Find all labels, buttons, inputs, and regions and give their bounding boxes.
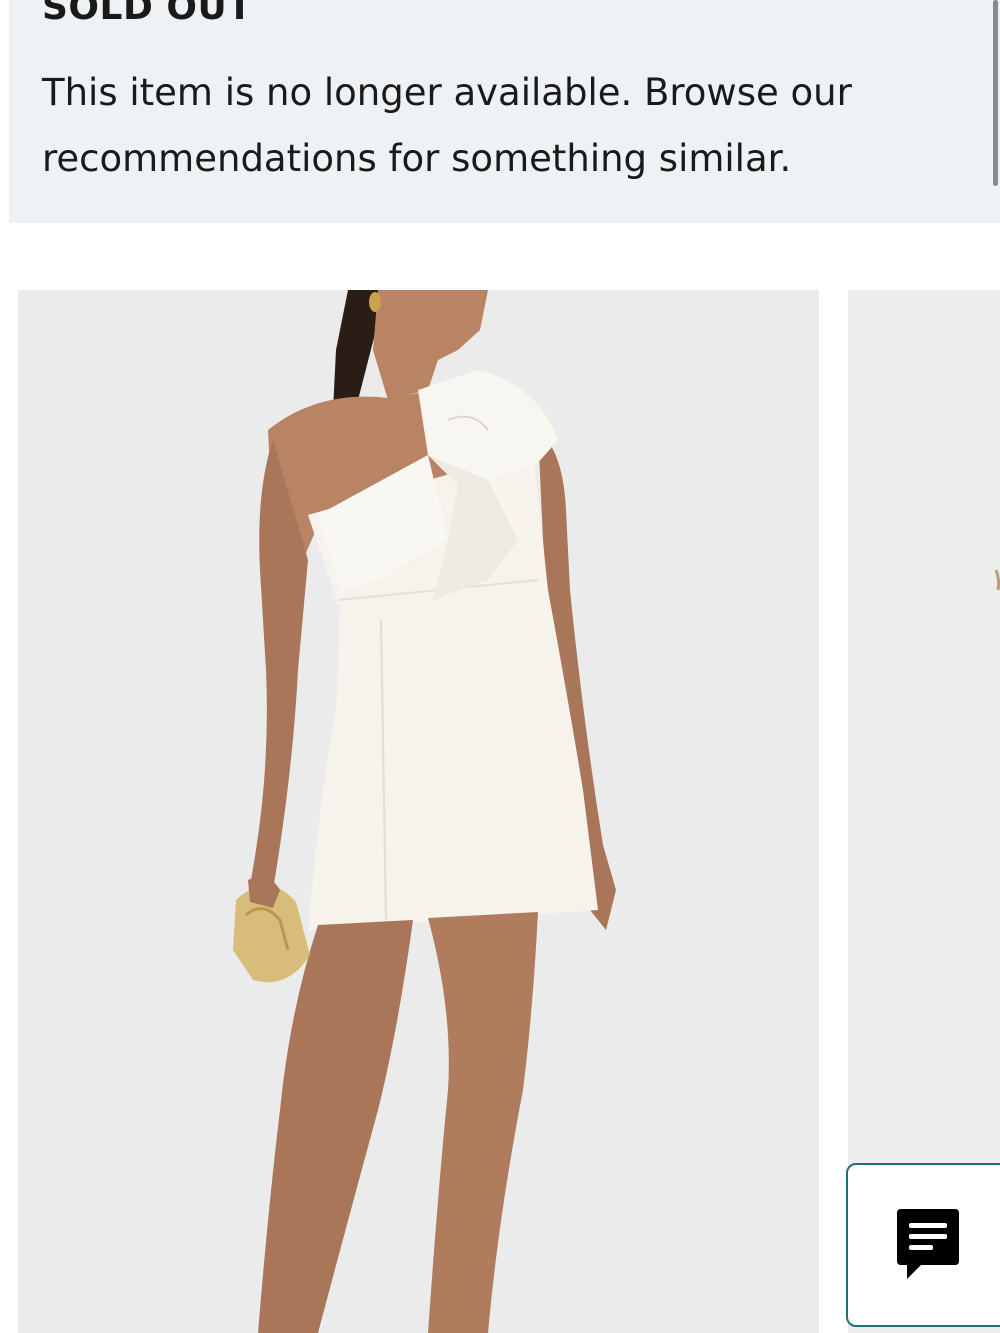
chat-bubble-icon [897, 1209, 959, 1279]
scrollbar-thumb[interactable] [993, 0, 998, 186]
product-photo [18, 290, 819, 1333]
chat-button[interactable] [846, 1163, 1000, 1327]
sold-out-notice: SOLD OUT This item is no longer availabl… [9, 0, 1000, 223]
scrollbar[interactable] [992, 0, 1000, 223]
sold-out-message: This item is no longer available. Browse… [42, 71, 852, 180]
product-card[interactable] [18, 290, 819, 1333]
sold-out-title: SOLD OUT [42, 0, 253, 28]
